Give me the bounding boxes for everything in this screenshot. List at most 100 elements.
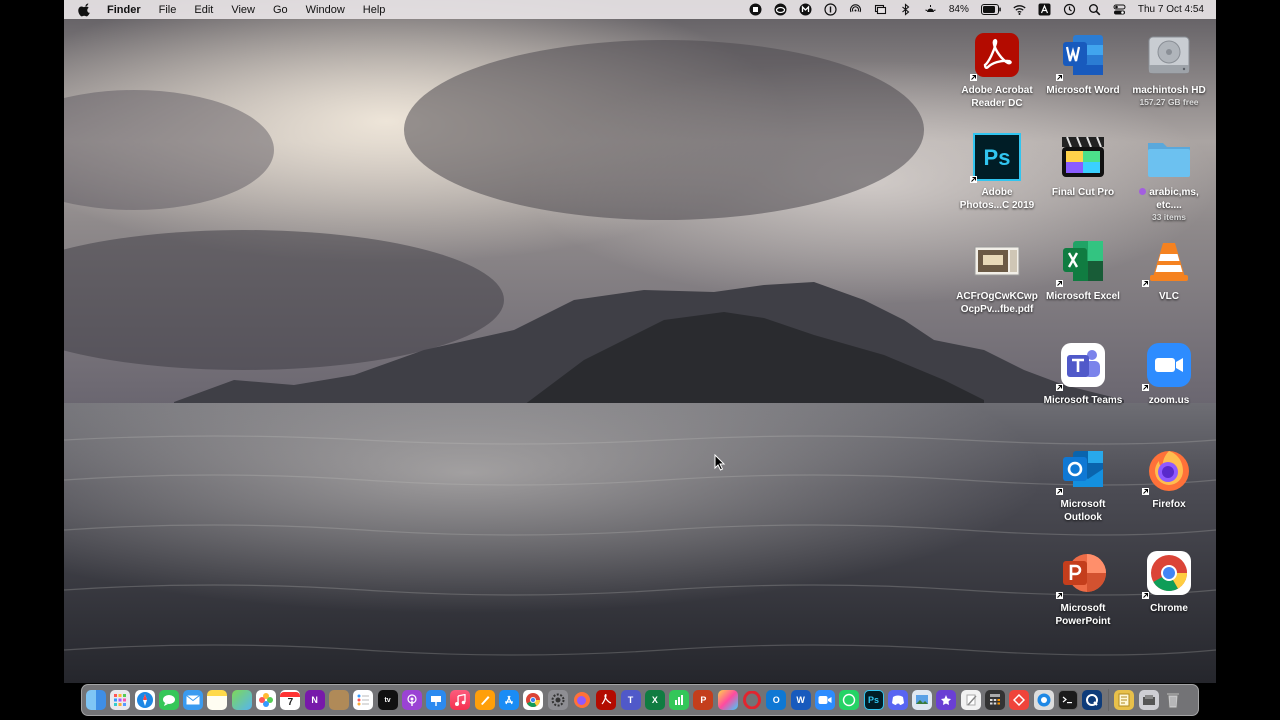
dock-mail-icon[interactable] — [183, 690, 204, 710]
dock-firefox-icon[interactable] — [572, 690, 592, 710]
desktop-icon-sublabel: 33 items — [1151, 212, 1187, 222]
menu-view[interactable]: View — [222, 4, 264, 16]
desktop-icon-powerpoint[interactable]: Microsoft PowerPoint — [1042, 549, 1124, 628]
dock-preview-icon[interactable] — [912, 690, 933, 710]
dock-apple-tv-icon[interactable]: tv — [377, 690, 398, 710]
outlook-icon — [1063, 451, 1103, 487]
desktop-icon-chrome[interactable]: Chrome — [1128, 549, 1210, 615]
menu-window[interactable]: Window — [297, 4, 354, 16]
brightness-icon[interactable] — [924, 3, 937, 16]
desktop-icon-outlook[interactable]: Microsoft Outlook — [1042, 445, 1124, 524]
dock-imovie-icon[interactable] — [936, 690, 957, 710]
alias-arrow-icon — [970, 176, 977, 183]
bluetooth-icon[interactable] — [899, 3, 912, 16]
pdf-thumbnail-icon — [974, 246, 1020, 276]
spotlight-search-icon[interactable] — [1088, 3, 1101, 16]
dock-chrome-icon[interactable] — [523, 690, 544, 710]
dock-photoshop-icon[interactable]: Ps — [863, 690, 884, 710]
dock-quicktime-x-icon[interactable] — [1082, 690, 1103, 710]
dock-terminal-icon[interactable] — [1057, 690, 1078, 710]
screen-mirroring-icon[interactable] — [874, 3, 887, 16]
photoshop-icon: Ps — [973, 133, 1021, 181]
dock-music-icon[interactable] — [450, 690, 471, 710]
dock-system-preferences-icon[interactable] — [547, 690, 568, 710]
menu-file[interactable]: File — [150, 4, 186, 16]
menu-app-name[interactable]: Finder — [98, 4, 150, 16]
dock-finder-icon[interactable] — [86, 690, 106, 710]
desktop-icon-zoom[interactable]: zoom.us — [1128, 341, 1210, 407]
dock-onenote-icon[interactable]: N — [304, 690, 325, 710]
desktop-icon-macintosh-hd[interactable]: machintosh HD 157.27 GB free — [1128, 31, 1210, 107]
password-icon[interactable] — [824, 3, 837, 16]
dock-textedit-icon[interactable] — [960, 690, 981, 710]
battery-percent: 84% — [948, 4, 969, 15]
dock-document-icon[interactable] — [1114, 690, 1135, 710]
dock-word-icon[interactable]: W — [790, 690, 811, 710]
dock-excel-icon[interactable]: X — [644, 690, 665, 710]
desktop-icon-photoshop[interactable]: Ps Adobe Photos...C 2019 — [956, 133, 1038, 212]
folder-name: arabic,ms, etc.... — [1149, 187, 1199, 211]
dock: 7 N tv T X P O W Ps — [81, 684, 1199, 716]
desktop-icon-pdf[interactable]: ACFrOgCwKCwp OcpPv...fbe.pdf — [956, 237, 1038, 316]
dock-teams-icon[interactable]: T — [620, 690, 641, 710]
desktop-icon-final-cut-pro[interactable]: Final Cut Pro — [1042, 133, 1124, 199]
dock-anydesk-icon[interactable] — [1009, 690, 1030, 710]
desktop-icon-word[interactable]: Microsoft Word — [1042, 31, 1124, 97]
dock-separator — [1108, 689, 1110, 711]
dock-photos-icon[interactable] — [256, 690, 277, 710]
record-stop-icon[interactable] — [749, 3, 762, 16]
battery-icon[interactable] — [980, 4, 1001, 15]
desktop-icon-firefox[interactable]: Firefox — [1128, 445, 1210, 511]
dock-whatsapp-icon[interactable] — [839, 690, 860, 710]
desktop-icon-label: ACFrOgCwKCwp OcpPv...fbe.pdf — [956, 291, 1038, 315]
dock-calendar-icon[interactable]: 7 — [280, 690, 301, 710]
dock-maps-icon[interactable] — [231, 690, 252, 710]
dock-keynote-icon[interactable] — [426, 690, 447, 710]
dock-powerpoint-icon[interactable]: P — [693, 690, 714, 710]
menu-help[interactable]: Help — [354, 4, 395, 16]
desktop-icon-vlc[interactable]: VLC — [1128, 237, 1210, 303]
input-source-icon[interactable] — [1038, 3, 1051, 16]
menu-go[interactable]: Go — [264, 4, 297, 16]
desktop-icon-excel[interactable]: Microsoft Excel — [1042, 237, 1124, 303]
dock-messages-icon[interactable] — [158, 690, 179, 710]
dock-contacts-icon[interactable] — [328, 690, 349, 710]
desktop-icon-label: zoom.us — [1148, 395, 1190, 406]
desktop-icon-label: Final Cut Pro — [1051, 187, 1115, 198]
dock-trash-icon[interactable] — [1163, 690, 1183, 710]
dock-app-store-icon[interactable] — [499, 690, 520, 710]
dock-acrobat-icon[interactable] — [596, 690, 617, 710]
dock-numbers-icon[interactable] — [669, 690, 690, 710]
desktop-icon-label: Microsoft PowerPoint — [1055, 603, 1111, 627]
creative-cloud-icon[interactable] — [774, 3, 787, 16]
desktop-icon-label: Microsoft Excel — [1046, 291, 1120, 302]
dock-notes-icon[interactable] — [207, 690, 228, 710]
dock-opera-icon[interactable] — [742, 690, 762, 710]
dock-podcasts-icon[interactable] — [401, 690, 422, 710]
airdrop-icon[interactable] — [849, 3, 862, 16]
desktop-screen: Finder File Edit View Go Window Help 84%… — [64, 0, 1216, 720]
desktop-icon-acrobat[interactable]: Adobe Acrobat Reader DC — [956, 31, 1038, 110]
dock-discord-icon[interactable] — [887, 690, 908, 710]
menu-edit[interactable]: Edit — [185, 4, 222, 16]
dock-zoom-icon[interactable] — [814, 690, 835, 710]
dock-reminders-icon[interactable] — [353, 690, 374, 710]
dock-calculator-icon[interactable] — [984, 690, 1005, 710]
wifi-icon[interactable] — [1013, 3, 1026, 16]
dock-final-cut-pro-icon[interactable] — [717, 690, 738, 710]
dock-outlook-icon[interactable]: O — [766, 690, 787, 710]
clock[interactable]: Thu 7 Oct 4:54 — [1138, 4, 1204, 15]
dock-quicktime-icon[interactable] — [1033, 690, 1054, 710]
m-app-icon[interactable] — [799, 3, 812, 16]
apple-icon[interactable] — [78, 3, 92, 17]
alias-arrow-icon — [1142, 488, 1149, 495]
control-center-icon[interactable] — [1113, 3, 1126, 16]
word-icon — [1063, 35, 1103, 75]
time-machine-icon[interactable] — [1063, 3, 1076, 16]
dock-archive-icon[interactable] — [1138, 690, 1159, 710]
desktop-icon-teams[interactable]: Microsoft Teams — [1042, 341, 1124, 407]
dock-safari-icon[interactable] — [134, 690, 155, 710]
dock-pages-icon[interactable] — [474, 690, 495, 710]
dock-launchpad-icon[interactable] — [110, 690, 131, 710]
desktop-icon-folder[interactable]: arabic,ms, etc.... 33 items — [1128, 133, 1210, 222]
